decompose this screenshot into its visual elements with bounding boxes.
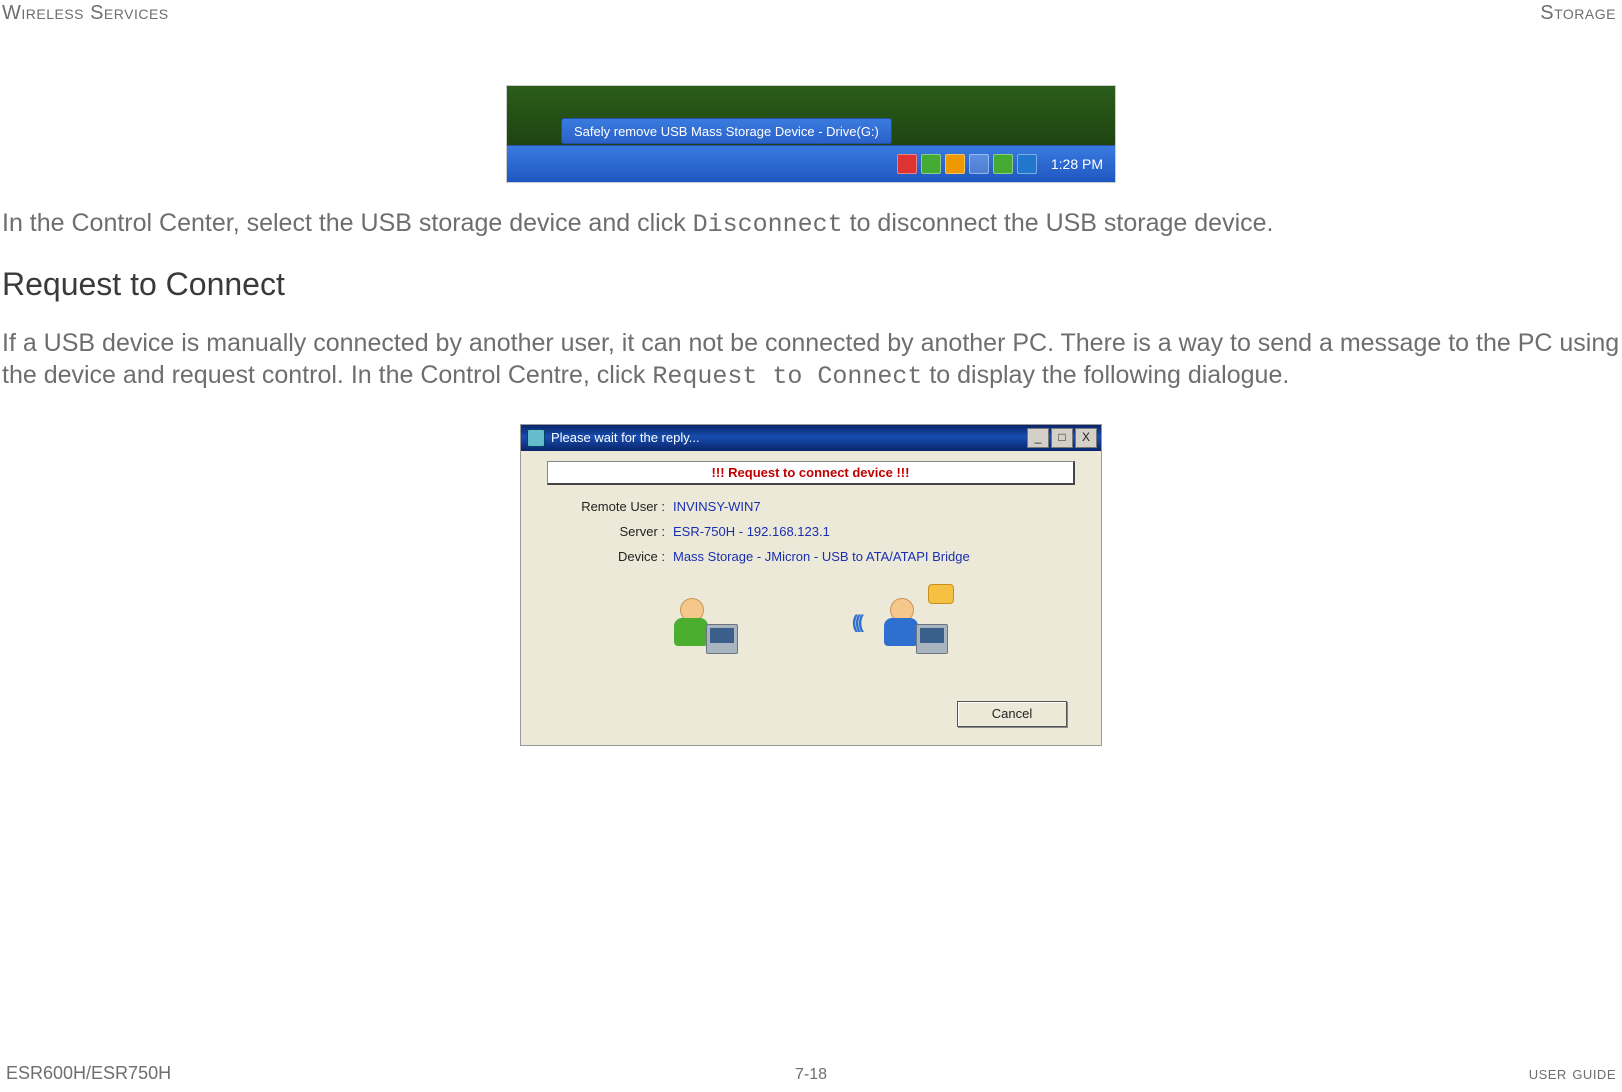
label-server: Server : bbox=[547, 524, 673, 539]
dialog-title-icon bbox=[527, 429, 545, 447]
balloon-text: Safely remove USB Mass Storage Device - … bbox=[574, 124, 879, 139]
tray-icon bbox=[993, 154, 1013, 174]
dialog-title-text: Please wait for the reply... bbox=[551, 430, 700, 445]
footer-guide-label: user guide bbox=[1529, 1063, 1616, 1084]
close-button[interactable]: X bbox=[1075, 428, 1097, 448]
row-remote-user: Remote User : INVINSY-WIN7 bbox=[547, 499, 1075, 514]
dialog-titlebar: Please wait for the reply... _ □ X bbox=[521, 425, 1101, 451]
row-device: Device : Mass Storage - JMicron - USB to… bbox=[547, 549, 1075, 564]
footer-page-number: 7-18 bbox=[795, 1066, 827, 1084]
header-right: Storage bbox=[1540, 2, 1616, 25]
tray-icon bbox=[1017, 154, 1037, 174]
tray-icon bbox=[897, 154, 917, 174]
tray-icon bbox=[969, 154, 989, 174]
maximize-button[interactable]: □ bbox=[1051, 428, 1073, 448]
dialog-info-rows: Remote User : INVINSY-WIN7 Server : ESR-… bbox=[547, 499, 1075, 564]
label-device: Device : bbox=[547, 549, 673, 564]
page-footer: ESR600H/ESR750H 7-18 user guide bbox=[0, 1063, 1622, 1084]
code-request-to-connect: Request to Connect bbox=[652, 362, 922, 391]
avatar-local-user-icon bbox=[676, 594, 736, 654]
page-header: Wireless Services Storage bbox=[0, 0, 1622, 25]
paragraph-request-instruction: If a USB device is manually connected by… bbox=[2, 328, 1620, 392]
paragraph-disconnect-instruction: In the Control Center, select the USB st… bbox=[2, 208, 1620, 240]
footer-model: ESR600H/ESR750H bbox=[6, 1063, 171, 1084]
window-buttons: _ □ X bbox=[1027, 428, 1097, 448]
tray-icon bbox=[945, 154, 965, 174]
dialog-avatars: ((( bbox=[601, 574, 1021, 654]
minimize-button[interactable]: _ bbox=[1027, 428, 1049, 448]
row-server: Server : ESR-750H - 192.168.123.1 bbox=[547, 524, 1075, 539]
safely-remove-balloon: Safely remove USB Mass Storage Device - … bbox=[561, 118, 892, 144]
tray-icon bbox=[921, 154, 941, 174]
label-remote-user: Remote User : bbox=[547, 499, 673, 514]
cancel-button[interactable]: Cancel bbox=[957, 701, 1067, 727]
figure-request-dialog: Please wait for the reply... _ □ X !!! R… bbox=[520, 424, 1102, 746]
section-heading-request-to-connect: Request to Connect bbox=[2, 266, 1620, 303]
figure-safely-remove: Safely remove USB Mass Storage Device - … bbox=[506, 85, 1116, 183]
speech-bubble-icon bbox=[928, 584, 954, 604]
taskbar: 1:28 PM bbox=[507, 145, 1115, 182]
wireless-waves-icon: ((( bbox=[852, 612, 861, 633]
value-server: ESR-750H - 192.168.123.1 bbox=[673, 524, 830, 539]
value-remote-user: INVINSY-WIN7 bbox=[673, 499, 761, 514]
dialog-banner: !!! Request to connect device !!! bbox=[547, 461, 1075, 485]
value-device: Mass Storage - JMicron - USB to ATA/ATAP… bbox=[673, 549, 970, 564]
header-left: Wireless Services bbox=[2, 2, 169, 25]
code-disconnect: Disconnect bbox=[693, 210, 843, 239]
avatar-remote-user-icon: ((( bbox=[886, 594, 946, 654]
taskbar-clock: 1:28 PM bbox=[1041, 156, 1109, 172]
